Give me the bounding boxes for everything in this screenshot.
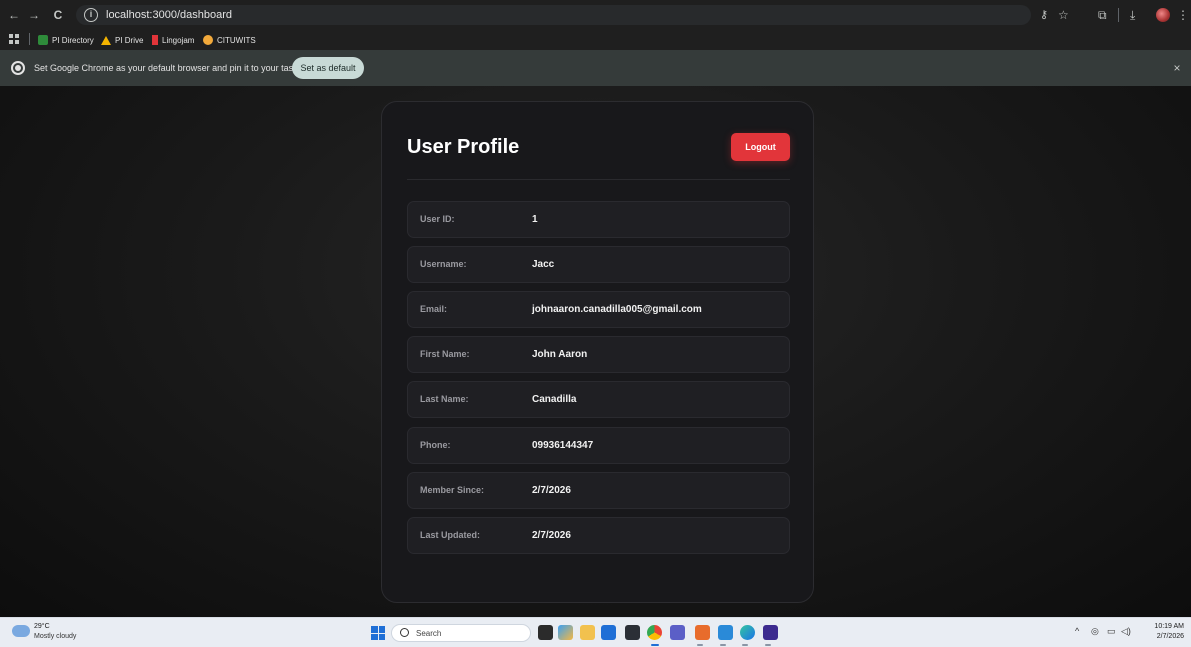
profile-row-email: Email: johnaaron.canadilla005@gmail.com (407, 291, 790, 328)
reload-icon: C (53, 8, 63, 22)
field-value: Canadilla (532, 394, 577, 405)
bookmark-star-icon[interactable]: ☆ (1058, 7, 1069, 23)
windows-taskbar: 29°C Mostly cloudy Search ^ ◎ ▭ ◁) 10:19… (0, 617, 1191, 647)
profile-row-first-name: First Name: John Aaron (407, 336, 790, 373)
taskbar-search[interactable]: Search (391, 624, 531, 642)
bookmarks-separator (29, 33, 30, 45)
profile-row-last-updated: Last Updated: 2/7/2026 (407, 517, 790, 554)
network-icon[interactable]: ◎ (1091, 626, 1099, 637)
field-value: Jacc (532, 259, 555, 270)
apps-grid-icon[interactable] (9, 34, 19, 44)
address-bar[interactable]: i localhost:3000/dashboard (76, 5, 1031, 25)
field-label: Username: (420, 259, 467, 269)
widgets-icon[interactable] (558, 625, 573, 640)
app-indicator (765, 644, 771, 646)
page-title: User Profile (407, 136, 520, 158)
infobar-message: Set Google Chrome as your default browse… (34, 63, 311, 73)
task-view-icon[interactable] (538, 625, 553, 640)
windows-start-icon[interactable] (371, 626, 385, 640)
bookmark-pi-directory[interactable]: PI Directory (38, 34, 94, 46)
bookmark-cituwits[interactable]: CITUWITS (203, 34, 256, 46)
app-indicator (742, 644, 748, 646)
site-info-icon[interactable]: i (84, 8, 98, 22)
app-indicator (720, 644, 726, 646)
pi-directory-icon (38, 35, 48, 45)
bookmarks-bar: PI Directory PI Drive Lingojam CITUWITS (0, 30, 1191, 50)
forward-arrow-icon: → (28, 8, 40, 22)
file-explorer-icon[interactable] (580, 625, 595, 640)
app-icon[interactable] (763, 625, 778, 640)
set-as-default-button[interactable]: Set as default (292, 57, 364, 79)
toolbar-separator (1118, 8, 1119, 22)
clock-time[interactable]: 10:19 AM (1148, 623, 1184, 630)
field-value: 1 (532, 214, 538, 225)
terminal-icon[interactable] (625, 625, 640, 640)
browser-toolbar: ← → C i localhost:3000/dashboard ⚷ ☆ ⧉ ⤓… (0, 0, 1191, 30)
lingojam-icon (152, 35, 158, 45)
app-indicator (697, 644, 703, 646)
chrome-active-indicator (651, 644, 659, 646)
download-icon[interactable]: ⤓ (1130, 7, 1135, 23)
volume-icon[interactable]: ◁) (1121, 626, 1131, 637)
dashboard-page: User Profile Logout User ID: 1 Username:… (0, 86, 1191, 617)
field-value: John Aaron (532, 349, 588, 360)
bookmark-pi-drive[interactable]: PI Drive (101, 34, 143, 46)
field-label: Email: (420, 304, 448, 314)
cituwits-icon (203, 35, 213, 45)
field-label: Last Updated: (420, 530, 481, 540)
logout-button[interactable]: Logout (731, 133, 790, 161)
profile-row-member-since: Member Since: 2/7/2026 (407, 472, 790, 509)
edge-icon[interactable] (740, 625, 755, 640)
field-value: 2/7/2026 (532, 530, 571, 541)
close-icon[interactable]: × (1170, 61, 1184, 75)
back-arrow-icon: ← (8, 8, 20, 22)
display-icon[interactable]: ▭ (1107, 626, 1116, 637)
google-drive-icon (101, 35, 111, 45)
password-key-icon[interactable]: ⚷ (1040, 7, 1048, 23)
field-value: 09936144347 (532, 440, 594, 451)
bookmark-lingojam[interactable]: Lingojam (152, 34, 194, 46)
tray-chevron-up-icon[interactable]: ^ (1075, 626, 1079, 636)
field-value: johnaaron.canadilla005@gmail.com (532, 304, 702, 315)
teams-icon[interactable] (670, 625, 685, 640)
default-browser-infobar: Set Google Chrome as your default browse… (0, 50, 1191, 86)
bookmark-label: PI Drive (115, 35, 144, 45)
back-button[interactable]: ← (6, 7, 22, 23)
user-profile-card: User Profile Logout User ID: 1 Username:… (381, 101, 814, 603)
field-value: 2/7/2026 (532, 485, 571, 496)
field-label: Member Since: (420, 485, 485, 495)
reload-button[interactable]: C (50, 7, 66, 23)
cloud-icon (12, 621, 30, 637)
bookmark-label: PI Directory (52, 35, 94, 45)
profile-avatar[interactable] (1156, 8, 1170, 22)
bookmark-label: Lingojam (162, 35, 195, 45)
profile-row-phone: Phone: 09936144347 (407, 427, 790, 464)
address-url: localhost:3000/dashboard (106, 9, 232, 21)
postman-icon[interactable] (695, 625, 710, 640)
forward-button[interactable]: → (26, 7, 42, 23)
weather-description: Mostly cloudy (34, 633, 77, 640)
search-icon (400, 628, 409, 637)
chrome-logo-icon (11, 61, 25, 75)
search-placeholder: Search (416, 629, 442, 638)
bookmark-label: CITUWITS (217, 35, 256, 45)
weather-temperature: 29°C (34, 623, 50, 630)
field-label: Last Name: (420, 394, 469, 404)
store-icon[interactable] (601, 625, 616, 640)
profile-row-username: Username: Jacc (407, 246, 790, 283)
chrome-icon[interactable] (647, 625, 662, 640)
field-label: First Name: (420, 349, 470, 359)
field-label: Phone: (420, 440, 451, 450)
header-divider (407, 179, 790, 180)
clock-date[interactable]: 2/7/2026 (1148, 633, 1184, 640)
field-label: User ID: (420, 214, 455, 224)
profile-row-user-id: User ID: 1 (407, 201, 790, 238)
vscode-icon[interactable] (718, 625, 733, 640)
profile-row-last-name: Last Name: Canadilla (407, 381, 790, 418)
more-menu-icon[interactable]: ⋮ (1177, 7, 1189, 23)
extensions-icon[interactable]: ⧉ (1098, 7, 1107, 23)
